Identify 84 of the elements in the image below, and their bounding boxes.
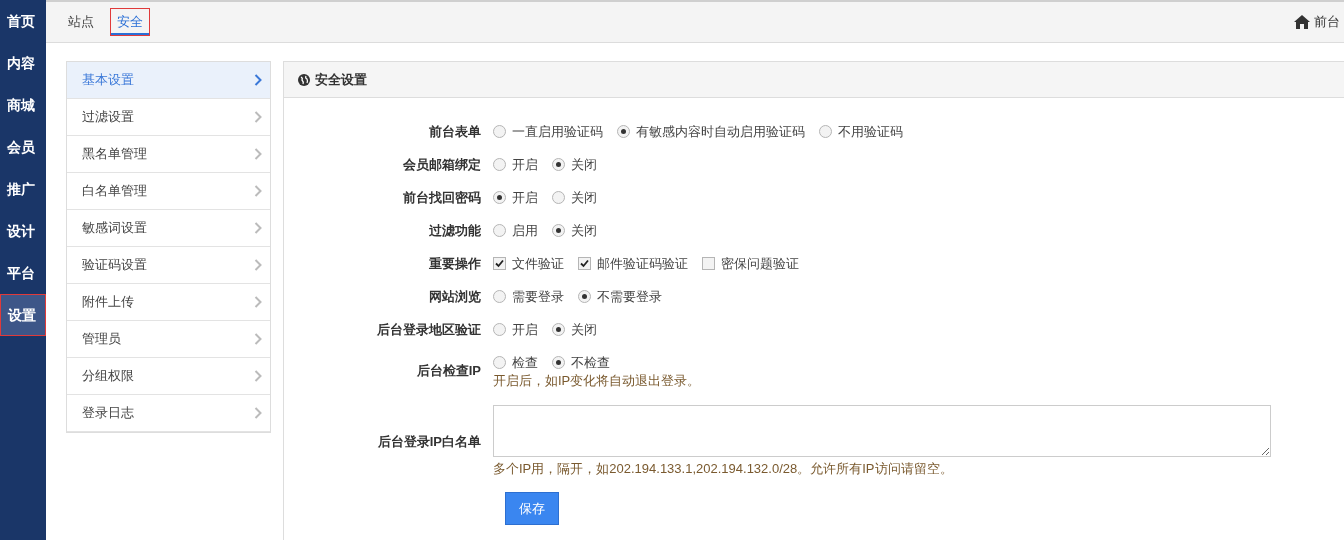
option-label[interactable]: 需要登录 [512, 286, 564, 307]
radio-button[interactable] [552, 158, 565, 171]
option-label[interactable]: 关闭 [571, 319, 597, 340]
frontend-link-label[interactable]: 前台 [1314, 12, 1340, 32]
submenu-item[interactable]: 敏感词设置 [67, 210, 270, 247]
option-label[interactable]: 开启 [512, 319, 538, 340]
option-label[interactable]: 不用验证码 [838, 121, 903, 142]
radio-button[interactable] [578, 290, 591, 303]
help-text: 开启后，如IP变化将自动退出登录。 [493, 372, 701, 390]
sidebar-item[interactable]: 设置 [0, 294, 46, 336]
field-label: 网站浏览 [429, 287, 481, 306]
option-label[interactable]: 有敏感内容时自动启用验证码 [636, 121, 805, 142]
option-label[interactable]: 关闭 [571, 220, 597, 241]
submenu-item[interactable]: 分组权限 [67, 358, 270, 395]
checkbox[interactable] [578, 257, 591, 270]
radio-button[interactable] [493, 191, 506, 204]
sidebar-item[interactable]: 首页 [0, 0, 46, 42]
field-label: 前台表单 [429, 122, 481, 141]
radio-button[interactable] [552, 323, 565, 336]
radio-button[interactable] [493, 356, 506, 369]
home-icon [1294, 15, 1310, 29]
radio-button[interactable] [493, 158, 506, 171]
option-label[interactable]: 密保问题验证 [721, 253, 799, 274]
option-label[interactable]: 检查 [512, 352, 538, 373]
submenu-item[interactable]: 管理员 [67, 321, 270, 358]
chevron-right-icon [254, 259, 262, 271]
radio-button[interactable] [552, 224, 565, 237]
sidebar-item[interactable]: 会员 [0, 126, 46, 168]
option-label[interactable]: 邮件验证码验证 [597, 253, 688, 274]
chevron-right-icon [254, 407, 262, 419]
chevron-right-icon [254, 370, 262, 382]
sidebar-item[interactable]: 平台 [0, 252, 46, 294]
radio-button[interactable] [493, 323, 506, 336]
field-label: 后台登录IP白名单 [377, 432, 481, 451]
chevron-right-icon [254, 74, 262, 86]
field-label: 后台登录地区验证 [377, 320, 481, 339]
field-label: 重要操作 [429, 254, 481, 273]
chevron-right-icon [254, 111, 262, 123]
option-label[interactable]: 一直启用验证码 [512, 121, 603, 142]
frontend-link[interactable]: 前台 [1294, 12, 1340, 32]
submenu-item[interactable]: 登录日志 [67, 395, 270, 432]
radio-button[interactable] [617, 125, 630, 138]
help-text: 多个IP用，隔开，如202.194.133.1,202.194.132.0/28。允许所有IP访问请留空。 [493, 459, 954, 478]
option-label[interactable]: 文件验证 [512, 253, 564, 274]
globe-icon [298, 73, 310, 86]
checkbox[interactable] [702, 257, 715, 270]
field-label: 会员邮箱绑定 [403, 155, 481, 174]
ip-whitelist-field[interactable] [493, 404, 1271, 457]
submenu-item[interactable]: 验证码设置 [67, 247, 270, 284]
save-button[interactable]: 保存 [505, 492, 559, 525]
submenu-item[interactable]: 白名单管理 [67, 173, 270, 210]
sidebar-item[interactable]: 推广 [0, 168, 46, 210]
sidebar-item[interactable]: 商城 [0, 84, 46, 126]
field-label: 前台找回密码 [403, 188, 481, 207]
option-label[interactable]: 关闭 [571, 154, 597, 175]
chevron-right-icon [254, 148, 262, 160]
radio-button[interactable] [819, 125, 832, 138]
radio-button[interactable] [552, 191, 565, 204]
chevron-right-icon [254, 222, 262, 234]
option-label[interactable]: 关闭 [571, 187, 597, 208]
option-label[interactable]: 启用 [512, 220, 538, 241]
submenu-item[interactable]: 附件上传 [67, 284, 270, 321]
sidebar-item[interactable]: 设计 [0, 210, 46, 252]
option-label[interactable]: 开启 [512, 187, 538, 208]
tab[interactable]: 安全 [110, 8, 150, 36]
checkbox[interactable] [493, 257, 506, 270]
submenu-item[interactable]: 过滤设置 [67, 99, 270, 136]
option-label[interactable]: 不检查 [571, 352, 610, 373]
field-label: 后台检查IP [416, 361, 481, 380]
tab[interactable]: 站点 [62, 8, 100, 36]
submenu-item[interactable]: 黑名单管理 [67, 136, 270, 173]
chevron-right-icon [254, 333, 262, 345]
chevron-right-icon [254, 185, 262, 197]
radio-button[interactable] [493, 125, 506, 138]
sidebar-item[interactable]: 内容 [0, 42, 46, 84]
option-label[interactable]: 开启 [512, 154, 538, 175]
radio-button[interactable] [493, 224, 506, 237]
panel-title: 安全设置 [315, 70, 367, 89]
radio-button[interactable] [552, 356, 565, 369]
field-label: 过滤功能 [429, 221, 481, 240]
radio-button[interactable] [493, 290, 506, 303]
chevron-right-icon [254, 296, 262, 308]
submenu-item[interactable]: 基本设置 [67, 62, 270, 99]
option-label[interactable]: 不需要登录 [597, 286, 662, 307]
